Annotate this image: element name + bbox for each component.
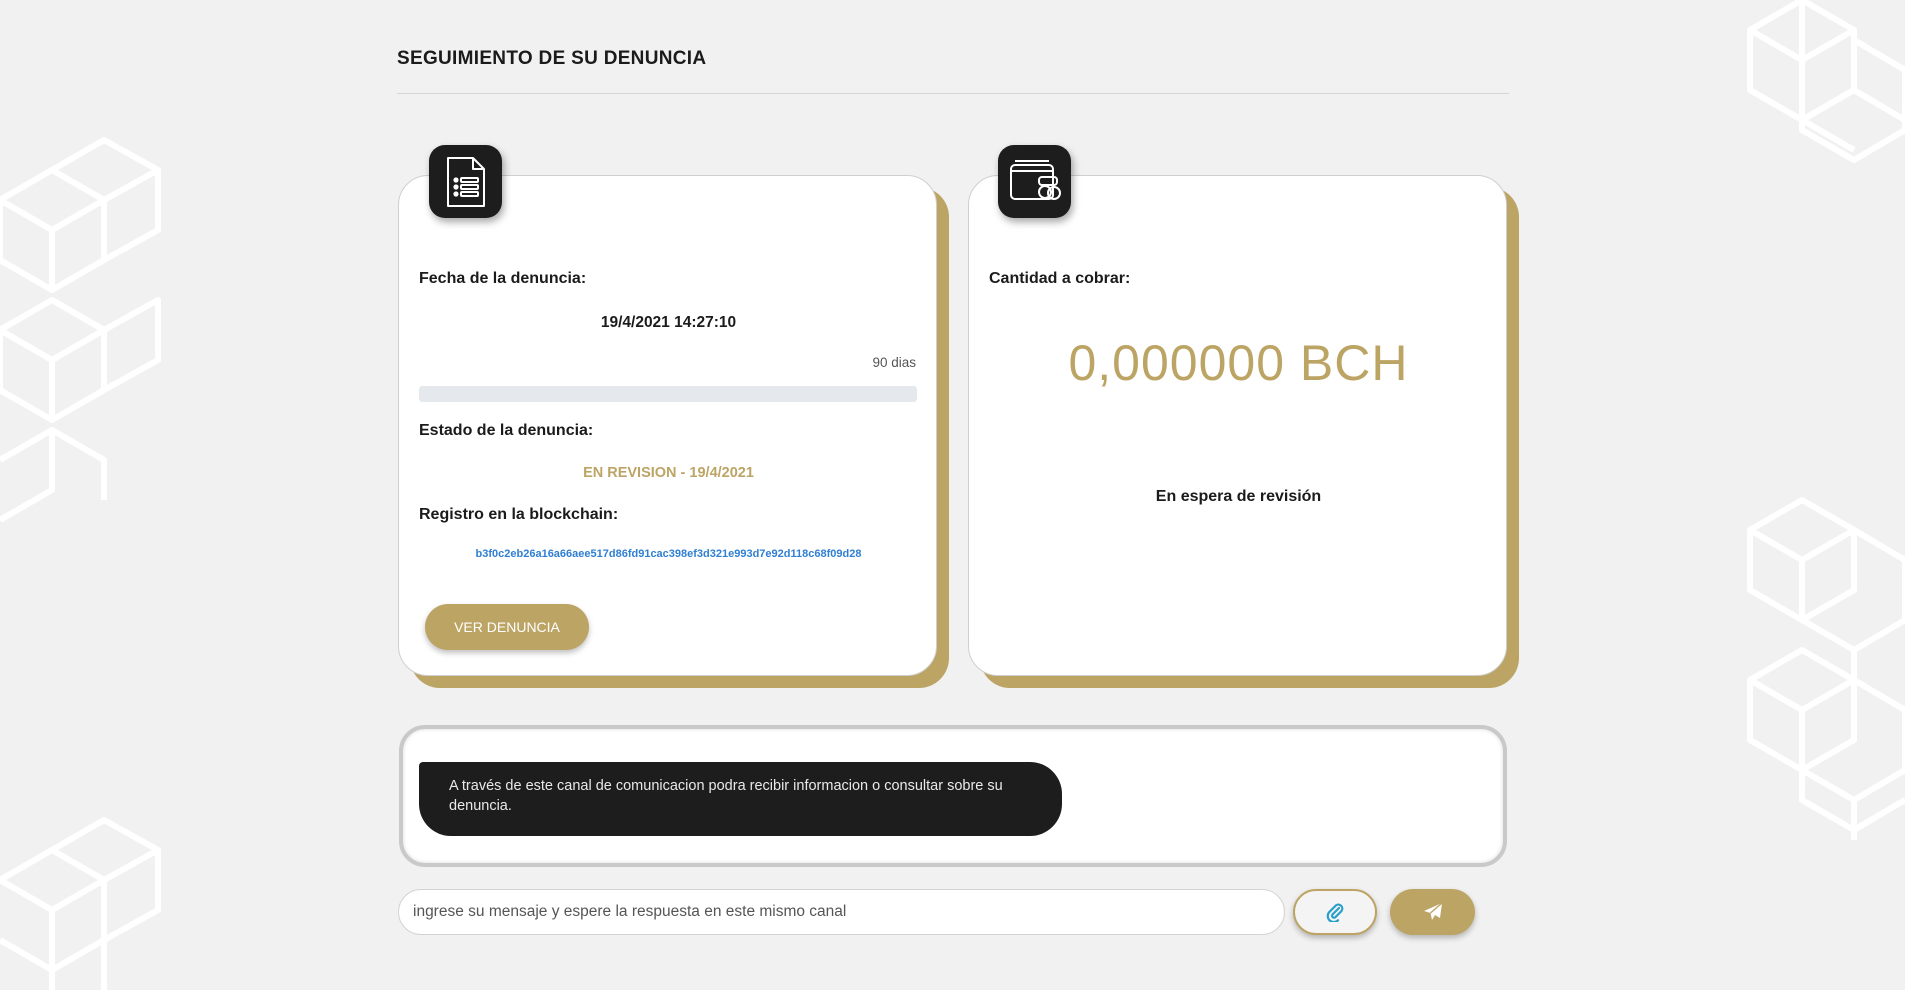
wallet-coins-icon [998,145,1071,218]
attach-file-button[interactable] [1293,889,1377,935]
payment-card: Cantidad a cobrar: 0,000000 BCH En esper… [968,145,1519,688]
amount-value: 0,000000 BCH [1068,335,1409,391]
chat-message-bubble: A través de este canal de comunicacion p… [419,762,1062,836]
payment-status-text: En espera de revisión [1155,488,1322,505]
paper-plane-icon [1423,902,1442,920]
document-list-icon [429,145,502,218]
title-divider [397,93,1509,94]
amount-label: Cantidad a cobrar: [989,270,1131,287]
chat-messages-panel[interactable]: A través de este canal de comunicacion p… [399,725,1507,867]
paperclip-icon [1326,903,1344,922]
view-report-button[interactable]: VER DENUNCIA [425,604,589,650]
page-title: SEGUIMIENTO DE SU DENUNCIA [397,48,707,69]
message-input[interactable] [398,889,1285,935]
report-date-value: 19/4/2021 14:27:10 [600,314,737,331]
payment-card-body: Cantidad a cobrar: 0,000000 BCH En esper… [968,175,1507,676]
report-card: Fecha de la denuncia: 19/4/2021 14:27:10… [398,145,949,688]
report-date-label: Fecha de la denuncia: [419,270,587,287]
send-message-button[interactable] [1390,889,1475,935]
report-days-label: 90 dias [872,355,916,370]
report-card-body: Fecha de la denuncia: 19/4/2021 14:27:10… [398,175,937,676]
report-status-value: EN REVISION - 19/4/2021 [583,465,754,481]
blockchain-label: Registro en la blockchain: [419,506,619,523]
report-status-label: Estado de la denuncia: [419,422,594,439]
blockchain-hash-link[interactable]: b3f0c2eb26a16a66aee517d86fd91cac398ef3d3… [399,548,938,560]
report-progress-bar [419,386,917,402]
